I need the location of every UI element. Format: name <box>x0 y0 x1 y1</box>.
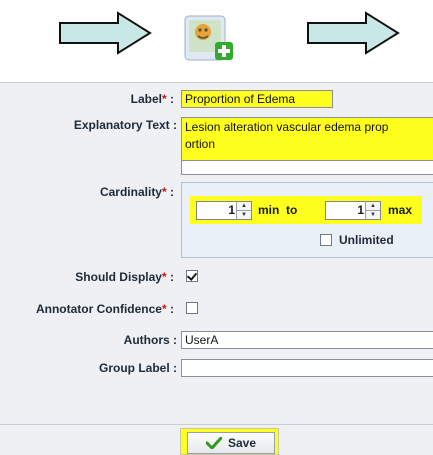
authors-caption: Authors : <box>123 333 177 347</box>
spinner-down-icon[interactable]: ▼ <box>366 211 380 220</box>
annotator-confidence-checkbox[interactable] <box>186 302 198 314</box>
save-button-label: Save <box>227 436 257 450</box>
right-arrow-icon <box>306 11 400 55</box>
footer-divider <box>0 424 433 425</box>
explanatory-text-area[interactable]: Lesion alteration vascular edema prop or… <box>181 117 433 161</box>
label-caption: Label* : <box>130 92 174 106</box>
unlimited-checkbox[interactable] <box>320 234 332 246</box>
cardinality-caption: Cardinality* : <box>99 185 174 199</box>
group-label-input[interactable] <box>181 359 433 377</box>
add-template-icon[interactable] <box>181 10 237 66</box>
checkmark-icon <box>205 437 222 449</box>
max-spinner[interactable]: 1 ▲ ▼ <box>325 201 381 220</box>
authors-input[interactable]: UserA <box>181 331 433 349</box>
min-to-label: min to <box>258 203 298 217</box>
spinner-up-icon[interactable]: ▲ <box>237 202 251 211</box>
annotator-confidence-caption: Annotator Confidence* : <box>35 302 174 316</box>
save-button-highlight: Save <box>180 428 279 455</box>
min-spinner[interactable]: 1 ▲ ▼ <box>196 201 252 220</box>
spinner-up-icon[interactable]: ▲ <box>366 202 380 211</box>
should-display-caption: Should Display* : <box>75 270 174 284</box>
explanatory-text-caption: Explanatory Text : <box>73 118 177 132</box>
spinner-down-icon[interactable]: ▼ <box>237 211 251 220</box>
left-arrow-icon <box>58 11 152 55</box>
save-button[interactable]: Save <box>187 432 275 454</box>
group-label-caption: Group Label : <box>99 361 177 375</box>
should-display-checkbox[interactable] <box>186 270 198 282</box>
unlimited-label: Unlimited <box>339 233 394 247</box>
max-label: max <box>388 203 413 217</box>
label-input[interactable]: Proportion of Edema <box>181 90 333 108</box>
explanatory-text-underline <box>181 161 433 175</box>
